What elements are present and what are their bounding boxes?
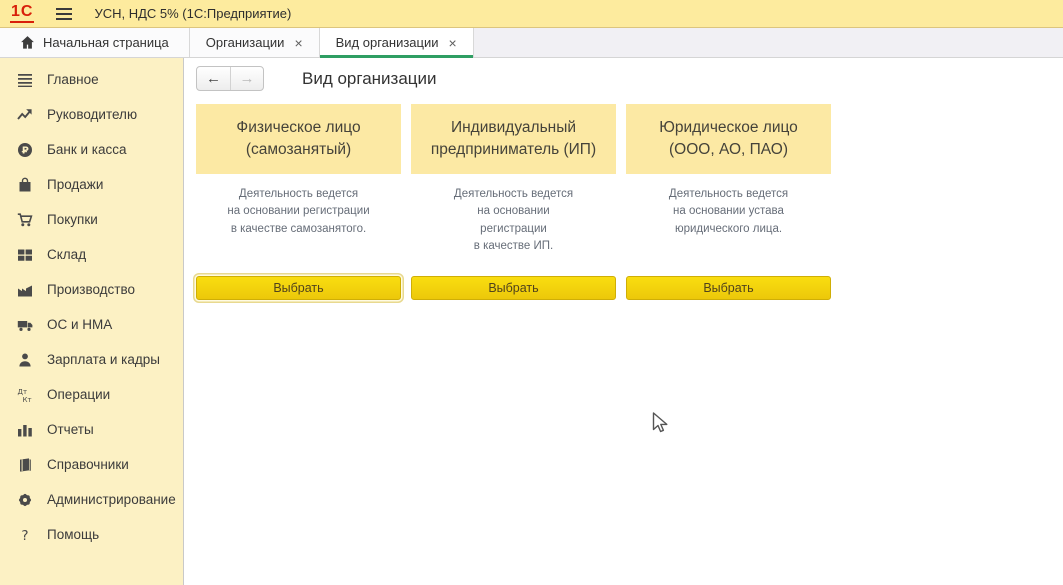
page-title: Вид организации bbox=[302, 69, 437, 89]
card-legal-entity: Юридическое лицо (ООО, АО, ПАО) Деятельн… bbox=[626, 104, 831, 300]
tab-organizations[interactable]: Организации × bbox=[190, 28, 320, 57]
card-description: Деятельность ведется на основании регист… bbox=[411, 186, 616, 276]
chart-icon bbox=[15, 421, 34, 438]
select-button-selfemployed[interactable]: Выбрать bbox=[196, 276, 401, 300]
tab-home[interactable]: Начальная страница bbox=[0, 28, 190, 57]
sidebar-item-os-nma[interactable]: ОС и НМА bbox=[0, 307, 183, 342]
sidebar-item-prodazhi[interactable]: Продажи bbox=[0, 167, 183, 202]
truck-icon bbox=[15, 316, 34, 333]
book-icon bbox=[15, 456, 34, 473]
gear-icon bbox=[15, 491, 34, 508]
tab-label: Организации bbox=[206, 35, 285, 50]
sidebar-item-administrirovanie[interactable]: Администрирование bbox=[0, 482, 183, 517]
sidebar-item-pokupki[interactable]: Покупки bbox=[0, 202, 183, 237]
tab-label: Начальная страница bbox=[43, 35, 169, 50]
card-title: Юридическое лицо (ООО, АО, ПАО) bbox=[626, 104, 831, 174]
sidebar-item-label: Руководителю bbox=[47, 107, 137, 122]
svg-text:Кт: Кт bbox=[22, 396, 31, 403]
card-entrepreneur-ip: Индивидуальный предприниматель (ИП) Деят… bbox=[411, 104, 616, 300]
sidebar-item-label: Зарплата и кадры bbox=[47, 352, 160, 367]
card-description: Деятельность ведется на основании регист… bbox=[196, 186, 401, 276]
card-description: Деятельность ведется на основании устава… bbox=[626, 186, 831, 276]
sidebar-item-label: Продажи bbox=[47, 177, 103, 192]
factory-icon bbox=[15, 281, 34, 298]
tab-organization-type[interactable]: Вид организации × bbox=[320, 28, 474, 57]
svg-text:?: ? bbox=[21, 528, 28, 543]
help-icon: ? bbox=[15, 526, 34, 543]
sidebar-item-operacii[interactable]: ДтКт Операции bbox=[0, 377, 183, 412]
1c-logo: 1С bbox=[10, 4, 34, 23]
tab-bar: Начальная страница Организации × Вид орг… bbox=[0, 28, 1063, 58]
app-title: УСН, НДС 5% (1С:Предприятие) bbox=[94, 6, 291, 21]
sidebar-item-proizvodstvo[interactable]: Производство bbox=[0, 272, 183, 307]
sidebar-item-otchety[interactable]: Отчеты bbox=[0, 412, 183, 447]
sidebar-item-label: Операции bbox=[47, 387, 110, 402]
main-menu-icon[interactable] bbox=[56, 8, 72, 20]
svg-text:Дт: Дт bbox=[17, 388, 27, 396]
select-button-legal[interactable]: Выбрать bbox=[626, 276, 831, 300]
person-icon bbox=[15, 351, 34, 368]
sidebar-item-label: Производство bbox=[47, 282, 135, 297]
svg-text:Р: Р bbox=[21, 145, 28, 156]
cart-icon bbox=[15, 211, 34, 228]
bag-icon bbox=[15, 176, 34, 193]
sidebar-item-pomosch[interactable]: ? Помощь bbox=[0, 517, 183, 552]
card-individual-selfemployed: Физическое лицо (самозанятый) Деятельнос… bbox=[196, 104, 401, 300]
trend-icon bbox=[15, 106, 34, 123]
warehouse-icon bbox=[15, 246, 34, 263]
card-title: Физическое лицо (самозанятый) bbox=[196, 104, 401, 174]
sidebar-item-label: ОС и НМА bbox=[47, 317, 112, 332]
tab-label: Вид организации bbox=[336, 35, 439, 50]
ruble-icon: Р bbox=[15, 141, 34, 158]
sidebar-item-label: Отчеты bbox=[47, 422, 94, 437]
organization-type-cards: Физическое лицо (самозанятый) Деятельнос… bbox=[196, 104, 1063, 300]
sidebar-item-label: Справочники bbox=[47, 457, 129, 472]
sidebar-item-rukovoditelyu[interactable]: Руководителю bbox=[0, 97, 183, 132]
sidebar-item-label: Банк и касса bbox=[47, 142, 127, 157]
sidebar-item-bank-kassa[interactable]: Р Банк и касса bbox=[0, 132, 183, 167]
dtkt-icon: ДтКт bbox=[15, 386, 34, 403]
history-nav: ← → bbox=[196, 66, 264, 91]
close-icon[interactable]: × bbox=[294, 36, 302, 50]
sidebar-item-label: Помощь bbox=[47, 527, 99, 542]
sidebar-item-label: Главное bbox=[47, 72, 99, 87]
back-button[interactable]: ← bbox=[197, 67, 230, 90]
sidebar-item-label: Склад bbox=[47, 247, 86, 262]
sidebar-item-sklad[interactable]: Склад bbox=[0, 237, 183, 272]
close-icon[interactable]: × bbox=[449, 36, 457, 50]
list-icon bbox=[15, 71, 34, 88]
sidebar: Главное Руководителю Р Банк и касса Прод… bbox=[0, 58, 184, 585]
sidebar-item-glavnoe[interactable]: Главное bbox=[0, 62, 183, 97]
forward-button[interactable]: → bbox=[230, 67, 263, 90]
sidebar-item-label: Покупки bbox=[47, 212, 98, 227]
sidebar-item-zarplata-kadry[interactable]: Зарплата и кадры bbox=[0, 342, 183, 377]
home-icon bbox=[20, 35, 35, 50]
sidebar-item-spravochniki[interactable]: Справочники bbox=[0, 447, 183, 482]
card-title: Индивидуальный предприниматель (ИП) bbox=[411, 104, 616, 174]
select-button-ip[interactable]: Выбрать bbox=[411, 276, 616, 300]
main-content: ← → Вид организации Физическое лицо (сам… bbox=[184, 58, 1063, 585]
sidebar-item-label: Администрирование bbox=[47, 492, 176, 507]
title-bar: 1С УСН, НДС 5% (1С:Предприятие) bbox=[0, 0, 1063, 28]
